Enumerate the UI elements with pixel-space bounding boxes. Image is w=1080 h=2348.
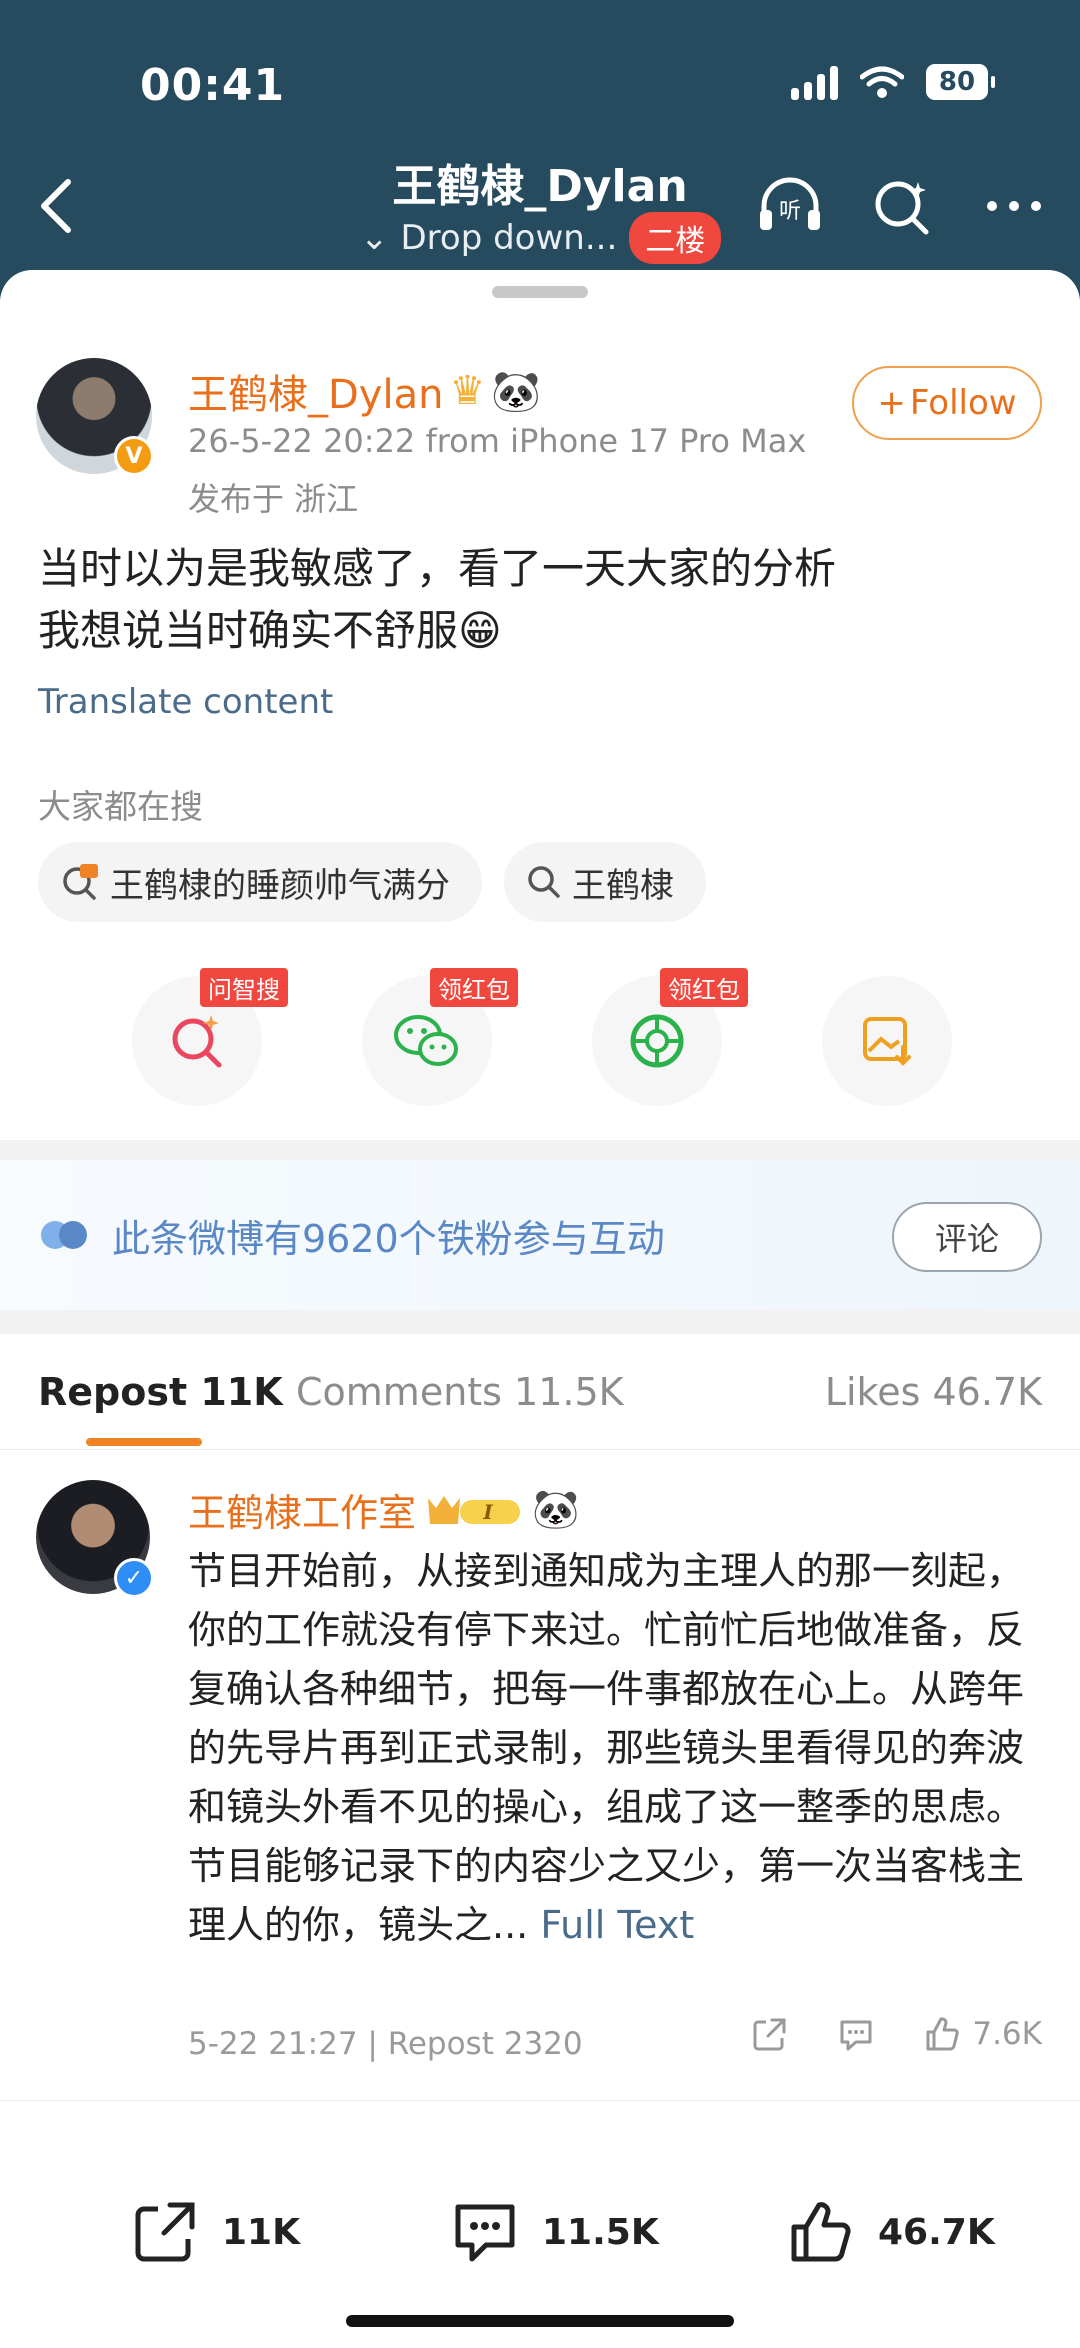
action-tag: 问智搜 (200, 968, 288, 1007)
full-text-link[interactable]: Full Text (540, 1903, 694, 1947)
bottom-action-bar: 11K 11.5K 46.7K (0, 2100, 1080, 2348)
panda-icon: 🐼 (491, 368, 542, 415)
repost-count: 11K (222, 2211, 300, 2253)
moments-icon (630, 1014, 684, 1068)
thumbs-up-icon (791, 2202, 851, 2262)
signal-icon (791, 64, 838, 100)
verified-badge-icon: V (114, 436, 154, 476)
translate-link[interactable]: Translate content (38, 682, 333, 722)
grin-emoji-icon: 😁 (458, 606, 502, 655)
post-card: V 王鹤棣_Dylan ♛ 🐼 26-5-22 20:22 from iPhon… (0, 270, 1080, 1140)
search-icon (528, 866, 560, 898)
floor-badge[interactable]: 二楼 (629, 212, 722, 264)
hot-search-icon (63, 864, 98, 900)
like-button[interactable]: 46.7K (786, 2197, 995, 2267)
share-icon (753, 2018, 786, 2051)
panda-icon: 🐼 (532, 1487, 580, 1531)
author-name: 王鹤棣_Dylan (188, 372, 444, 418)
ai-search-icon (172, 1015, 222, 1068)
trending-chip[interactable]: 王鹤棣 (504, 842, 706, 922)
action-shortcuts: 问智搜 领红包 领红包 (132, 968, 952, 1106)
wifi-icon (860, 66, 904, 98)
comment-text: 节目开始前，从接到通知成为主理人的那一刻起，你的工作就没有停下来过。忙前忙后地做… (188, 1549, 1025, 1947)
fans-banner: 此条微博有9620个铁粉参与互动 评论 (0, 1160, 1080, 1310)
post-author[interactable]: 王鹤棣_Dylan ♛ 🐼 (188, 362, 541, 420)
tab-likes[interactable]: Likes 46.7K (825, 1370, 1042, 1414)
member-level-icon: I (428, 1495, 521, 1524)
trending-chip[interactable]: 王鹤棣的睡颜帅气满分 (38, 842, 482, 922)
comment-body: 节目开始前，从接到通知成为主理人的那一刻起，你的工作就没有停下来过。忙前忙后地做… (188, 1542, 1048, 1955)
post-text: 当时以为是我敏感了，看了一天大家的分析 我想说当时确实不舒服😁 (38, 538, 1038, 662)
likes-count: 46.7K (878, 2211, 995, 2253)
comments-button[interactable]: 11.5K (450, 2197, 659, 2267)
plus-icon: + (877, 383, 906, 423)
listen-icon[interactable]: 听 (754, 170, 826, 242)
image-download-icon (863, 1017, 911, 1066)
battery-indicator: 80 (926, 64, 995, 100)
save-image-button[interactable] (822, 976, 952, 1106)
status-icons: 80 (791, 64, 995, 100)
comment-like-count: 7.6K (972, 2016, 1042, 2052)
tab-bar: Repost 11K Comments 11.5K Likes 46.7K (0, 1334, 1080, 1450)
repost-button[interactable]: 11K (130, 2197, 300, 2267)
comment-author[interactable]: 王鹤棣工作室 I 🐼 (188, 1482, 579, 1537)
thumbs-up-icon (926, 2017, 960, 2051)
follow-button[interactable]: + Follow (852, 366, 1042, 440)
top-header: 00:41 80 王鹤棣_Dylan ⌄ Drop down... 二楼 听 (0, 0, 1080, 300)
comment-repost-button[interactable] (750, 2014, 790, 2054)
comment-actions: 7.6K (750, 2014, 1042, 2054)
chevron-down-icon: ⌄ (360, 218, 389, 258)
post-timestamp: 26-5-22 20:22 from iPhone 17 Pro Max (188, 422, 807, 460)
tab-active-indicator (86, 1438, 202, 1446)
comment-icon (840, 2020, 872, 2051)
follow-label: Follow (909, 383, 1017, 423)
fans-text: 此条微博有9620个铁粉参与互动 (112, 1217, 665, 1261)
more-icon[interactable] (978, 170, 1050, 242)
svg-text:听: 听 (779, 199, 801, 224)
tab-repost[interactable]: Repost 11K (38, 1370, 283, 1414)
fans-icon (41, 1221, 87, 1249)
comment-meta: 5-22 21:27 | Repost 2320 (188, 2026, 583, 2062)
action-tag: 领红包 (660, 968, 748, 1007)
dropdown-label: Drop down... (400, 218, 618, 258)
wechat-icon (394, 1015, 458, 1066)
wechat-share-button[interactable]: 领红包 (362, 968, 518, 1106)
trending-search-title: 大家都在搜 (38, 787, 203, 826)
share-icon (135, 2202, 195, 2262)
comments-count: 11.5K (542, 2211, 659, 2253)
post-text-line: 当时以为是我敏感了，看了一天大家的分析 (38, 544, 837, 593)
svg-text:I: I (482, 1500, 493, 1524)
post-text-line: 我想说当时确实不舒服😁 (38, 606, 502, 655)
comment-reply-button[interactable] (836, 2014, 876, 2054)
ai-search-button[interactable]: 问智搜 (132, 968, 288, 1106)
comment-button[interactable]: 评论 (892, 1202, 1042, 1272)
moments-share-button[interactable]: 领红包 (592, 968, 748, 1106)
search-icon[interactable] (866, 170, 938, 242)
comment-author-name: 王鹤棣工作室 (188, 1491, 417, 1535)
home-indicator[interactable] (346, 2315, 734, 2327)
drag-handle[interactable] (492, 286, 588, 298)
comment-icon (455, 2204, 515, 2262)
action-tag: 领红包 (430, 968, 518, 1007)
comment-like-button[interactable]: 7.6K (922, 2014, 1042, 2054)
trending-chips: 王鹤棣的睡颜帅气满分 王鹤棣 (38, 842, 706, 922)
post-location: 发布于 浙江 (188, 480, 359, 518)
nav-actions: 听 (754, 170, 1050, 242)
crown-icon: ♛ (449, 368, 486, 414)
verified-badge-icon: ✓ (114, 1558, 154, 1598)
status-time: 00:41 (140, 60, 286, 111)
tab-comments[interactable]: Comments 11.5K (296, 1370, 624, 1414)
dropdown-hint[interactable]: ⌄ Drop down... 二楼 (360, 212, 722, 264)
